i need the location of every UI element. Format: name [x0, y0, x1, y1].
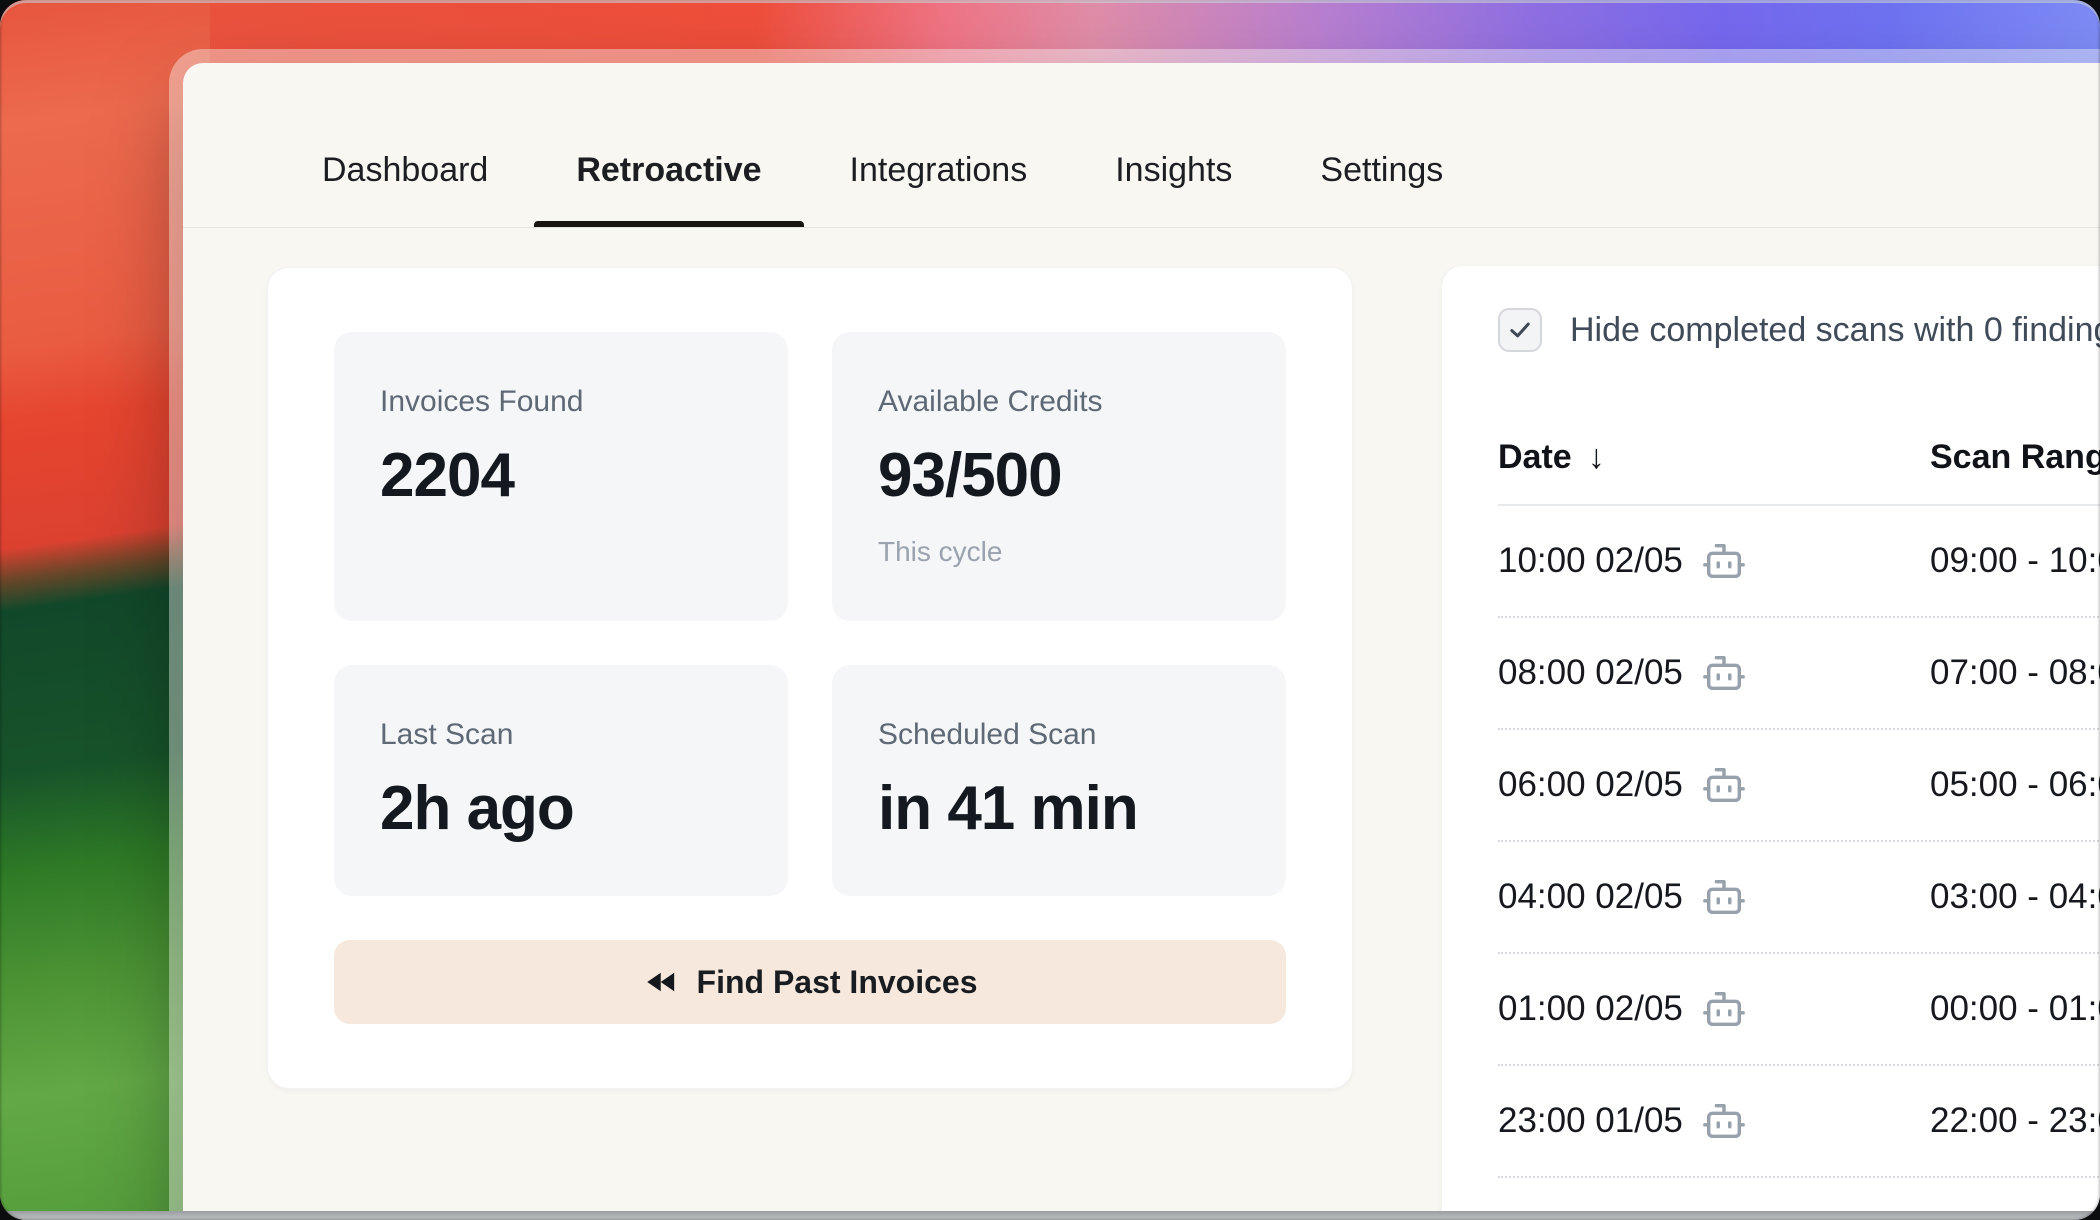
screen-bottom-edge	[0, 1211, 2100, 1220]
row-scan-range: 22:00 - 23:00	[1930, 1101, 2100, 1141]
scans-table: Date ↓ Scan Range 10:00 02/05 09:00 - 10…	[1442, 410, 2100, 1220]
tab-label: Insights	[1115, 151, 1232, 190]
tile-last-scan: Last Scan 2h ago	[334, 665, 788, 896]
stat-value: 2204	[380, 440, 742, 511]
table-body: 10:00 02/05 09:00 - 10:00 08:00 02/05 07…	[1498, 506, 2100, 1220]
table-row[interactable]: 04:00 02/05 03:00 - 04:00	[1498, 842, 2100, 954]
table-row[interactable]: 06:00 02/05 05:00 - 06:00	[1498, 730, 2100, 842]
row-date: 01:00 02/05	[1498, 989, 1683, 1029]
tile-available-credits: Available Credits 93/500 This cycle	[832, 332, 1286, 621]
row-date: 04:00 02/05	[1498, 877, 1683, 917]
table-row[interactable]: 01:00 02/05 00:00 - 01:00	[1498, 954, 2100, 1066]
row-date-cell: 08:00 02/05	[1498, 650, 1930, 696]
row-date-cell: 23:00 01/05	[1498, 1098, 1930, 1144]
bot-icon	[1701, 874, 1747, 920]
row-scan-range: 05:00 - 06:00	[1930, 765, 2100, 805]
row-scan-range: 07:00 - 08:00	[1930, 653, 2100, 693]
stat-value: 2h ago	[380, 773, 742, 844]
bot-icon	[1701, 538, 1747, 584]
row-scan-range: 03:00 - 04:00	[1930, 877, 2100, 917]
column-header-range[interactable]: Scan Range	[1930, 438, 2100, 477]
tab-insights[interactable]: Insights	[1071, 113, 1276, 227]
row-date: 23:00 01/05	[1498, 1101, 1683, 1141]
table-row[interactable]: 23:00 01/05 22:00 - 23:00	[1498, 1066, 2100, 1178]
column-header-date-label: Date	[1498, 438, 1572, 477]
tab-bar: Dashboard Retroactive Integrations Insights…	[183, 63, 2100, 228]
row-date-cell: 04:00 02/05	[1498, 874, 1930, 920]
find-past-invoices-button[interactable]: Find Past Invoices	[334, 940, 1286, 1024]
row-date-cell: 01:00 02/05	[1498, 986, 1930, 1032]
bot-icon	[1701, 986, 1747, 1032]
bot-icon	[1701, 1098, 1747, 1144]
table-row[interactable]: 08:00 02/05 07:00 - 08:00	[1498, 618, 2100, 730]
rewind-icon	[643, 965, 677, 999]
row-scan-range: 00:00 - 01:00	[1930, 989, 2100, 1029]
tile-invoices-found: Invoices Found 2204	[334, 332, 788, 621]
table-row[interactable]: 10:00 02/05 09:00 - 10:00	[1498, 506, 2100, 618]
screen: Dashboard Retroactive Integrations Insights…	[0, 0, 2100, 1220]
scans-card: Hide completed scans with 0 findings Dat…	[1441, 265, 2100, 1220]
row-date: 10:00 02/05	[1498, 541, 1683, 581]
tile-scheduled-scan: Scheduled Scan in 41 min	[832, 665, 1286, 896]
filter-row: Hide completed scans with 0 findings	[1442, 266, 2100, 352]
stats-tiles: Invoices Found 2204 Available Credits 93…	[334, 332, 1286, 896]
row-date-cell: 06:00 02/05	[1498, 762, 1930, 808]
stat-label: Invoices Found	[380, 384, 742, 420]
filter-label: Hide completed scans with 0 findings	[1570, 311, 2100, 350]
tab-settings[interactable]: Settings	[1276, 113, 1487, 227]
checkmark-icon	[1506, 316, 1534, 344]
table-header-row: Date ↓ Scan Range	[1498, 410, 2100, 506]
find-past-invoices-label: Find Past Invoices	[697, 964, 978, 1001]
bot-icon	[1701, 650, 1747, 696]
stats-card: Invoices Found 2204 Available Credits 93…	[267, 267, 1353, 1089]
tab-dashboard[interactable]: Dashboard	[278, 113, 532, 227]
bot-icon	[1701, 762, 1747, 808]
tab-label: Retroactive	[576, 151, 761, 190]
stat-label: Available Credits	[878, 384, 1240, 420]
stat-value: in 41 min	[878, 773, 1240, 844]
column-header-date[interactable]: Date ↓	[1498, 438, 1930, 477]
app-window: Dashboard Retroactive Integrations Insights…	[183, 63, 2100, 1220]
stat-label: Scheduled Scan	[878, 717, 1240, 753]
hide-completed-checkbox[interactable]	[1498, 308, 1542, 352]
tab-label: Dashboard	[322, 151, 488, 190]
desktop-wallpaper-left-band	[0, 0, 210, 1220]
tab-label: Integrations	[850, 151, 1028, 190]
column-header-range-label: Scan Range	[1930, 438, 2100, 476]
sort-descending-icon: ↓	[1588, 438, 1605, 477]
tab-label: Settings	[1320, 151, 1443, 190]
row-scan-range: 09:00 - 10:00	[1930, 541, 2100, 581]
tab-retroactive[interactable]: Retroactive	[532, 113, 805, 227]
row-date: 08:00 02/05	[1498, 653, 1683, 693]
main-content: Invoices Found 2204 Available Credits 93…	[183, 228, 2100, 1220]
row-date-cell: 10:00 02/05	[1498, 538, 1930, 584]
stat-value: 93/500	[878, 440, 1240, 511]
tab-integrations[interactable]: Integrations	[806, 113, 1072, 227]
stat-label: Last Scan	[380, 717, 742, 753]
stat-subtext: This cycle	[878, 535, 1240, 569]
row-date: 06:00 02/05	[1498, 765, 1683, 805]
